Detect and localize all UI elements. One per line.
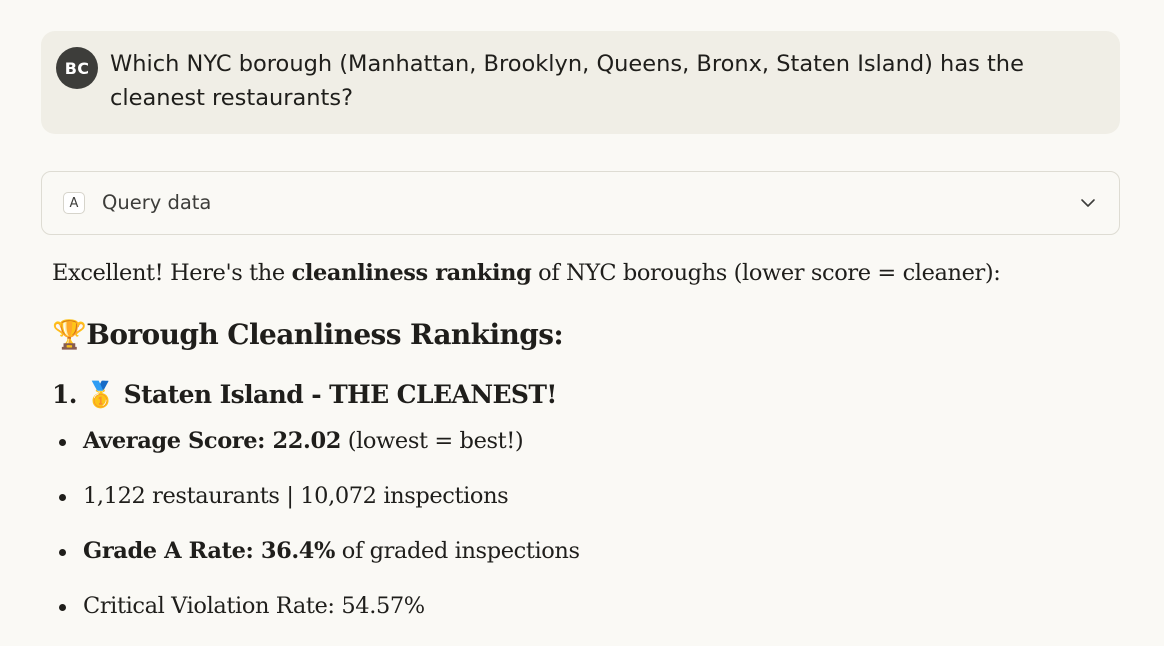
rankings-heading-text: Borough Cleanliness Rankings:	[86, 318, 564, 351]
response-intro: Excellent! Here's the cleanliness rankin…	[52, 255, 1001, 291]
rank-number: 1.	[52, 380, 78, 409]
bullet-text: (lowest = best!)	[340, 428, 524, 454]
user-message-text: Which NYC borough (Manhattan, Brooklyn, …	[110, 51, 1024, 111]
query-data-tool-card[interactable]: A Query data	[41, 171, 1120, 235]
intro-prefix: Excellent! Here's the	[52, 260, 292, 286]
intro-emphasis: cleanliness ranking	[291, 260, 532, 286]
chevron-down-icon[interactable]	[1079, 194, 1097, 212]
rank-title: Staten Island - THE CLEANEST!	[123, 380, 558, 409]
user-message-bubble: BC Which NYC borough (Manhattan, Brookly…	[41, 31, 1120, 134]
user-avatar: BC	[56, 47, 98, 89]
list-item: Average Score: 22.02 (lowest = best!)	[52, 423, 580, 478]
trophy-icon: 🏆	[52, 318, 87, 351]
list-item: Critical Violation Rate: 54.57%	[52, 588, 580, 643]
intro-suffix: of NYC boroughs (lower score = cleaner):	[531, 260, 1001, 286]
bullet-text: 1,122 restaurants | 10,072 inspections	[83, 483, 509, 509]
rank-1-heading: 1. 🥇 Staten Island - THE CLEANEST!	[52, 377, 557, 413]
bullet-text: of graded inspections	[335, 538, 580, 564]
rankings-heading: 🏆Borough Cleanliness Rankings:	[52, 315, 564, 355]
rank-1-details-list: Average Score: 22.02 (lowest = best!) 1,…	[52, 423, 580, 643]
list-item: 1,122 restaurants | 10,072 inspections	[52, 478, 580, 533]
list-item: Grade A Rate: 36.4% of graded inspection…	[52, 533, 580, 588]
bullet-bold: Grade A Rate: 36.4%	[83, 538, 336, 564]
tool-call-label: Query data	[102, 191, 212, 214]
bullet-text: Critical Violation Rate: 54.57%	[83, 593, 425, 619]
bullet-bold: Average Score: 22.02	[83, 428, 341, 454]
gold-medal-icon: 🥇	[85, 380, 116, 409]
tool-badge-icon: A	[63, 192, 85, 214]
